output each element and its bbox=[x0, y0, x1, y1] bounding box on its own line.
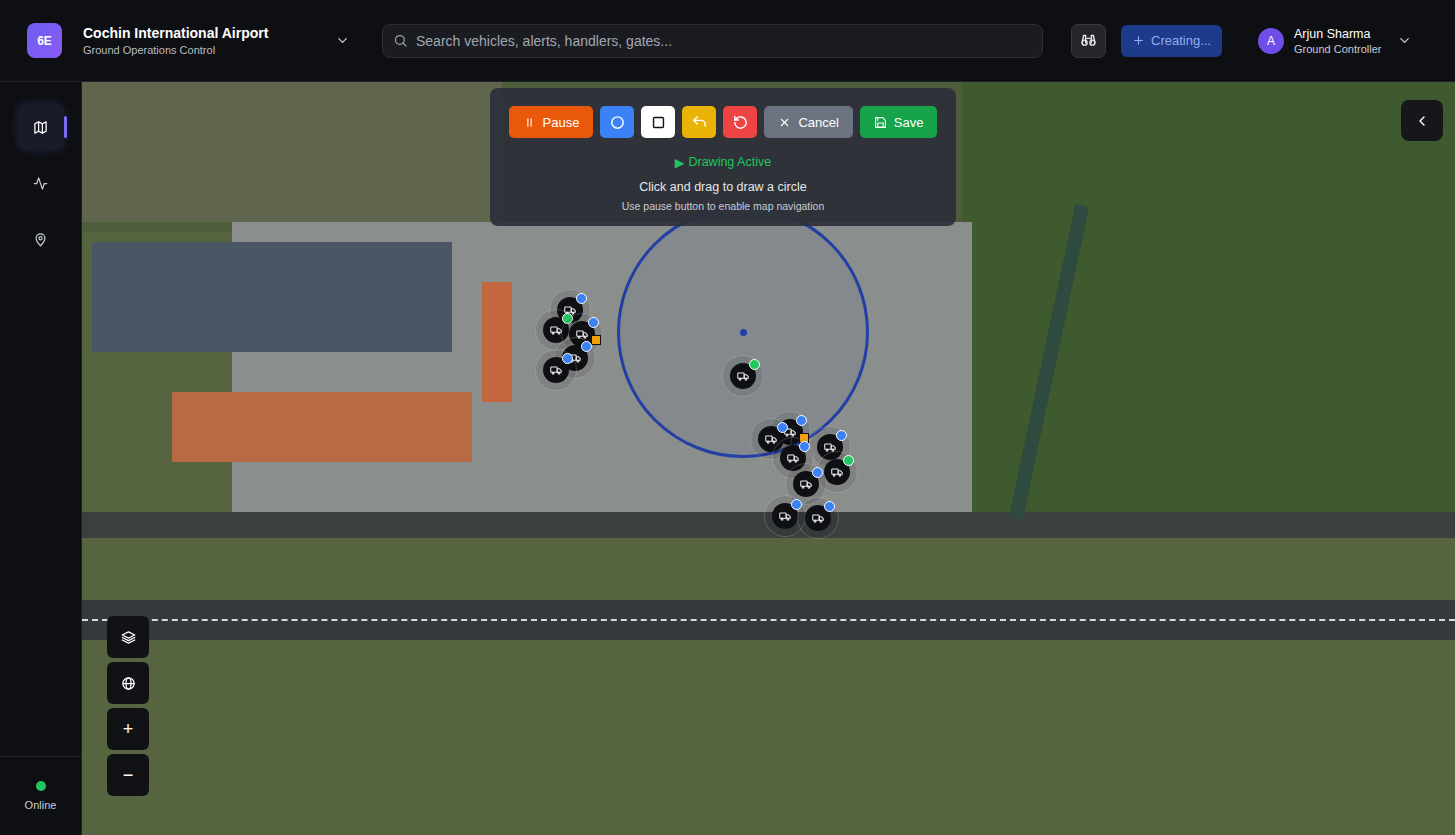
status-dot bbox=[581, 341, 592, 352]
zoom-in-button[interactable]: + bbox=[107, 708, 149, 750]
status-dot bbox=[562, 353, 573, 364]
save-label: Save bbox=[894, 115, 924, 130]
location-pin-icon bbox=[33, 232, 48, 247]
status-dot bbox=[576, 293, 587, 304]
play-icon: ▶ bbox=[675, 155, 685, 170]
map-canvas[interactable]: Pause Cancel Save ▶Drawing Active Click and … bbox=[82, 82, 1455, 835]
sidebar-item[interactable] bbox=[18, 160, 64, 206]
vehicle-marker[interactable] bbox=[793, 471, 819, 497]
chevron-down-icon[interactable] bbox=[335, 33, 350, 48]
main-body: Online Pause Cancel Save ▶Drawing Active Clic… bbox=[0, 82, 1455, 835]
collapse-panel-button[interactable] bbox=[1401, 100, 1443, 141]
plus-icon bbox=[1132, 34, 1145, 47]
chevron-down-icon[interactable] bbox=[1397, 33, 1412, 48]
save-icon bbox=[874, 116, 887, 129]
map-icon bbox=[33, 120, 48, 135]
search-field[interactable] bbox=[382, 24, 1043, 58]
zoom-out-button[interactable]: − bbox=[107, 754, 149, 796]
search-input[interactable] bbox=[414, 32, 1032, 50]
reset-button[interactable] bbox=[723, 106, 757, 138]
create-button-label: Creating... bbox=[1151, 33, 1211, 48]
brand[interactable]: 6E Cochin International Airport Ground Ope… bbox=[27, 23, 335, 58]
airport-subtitle: Ground Operations Control bbox=[83, 44, 268, 56]
cancel-label: Cancel bbox=[798, 115, 838, 130]
pause-label: Pause bbox=[543, 115, 580, 130]
vehicle-marker[interactable] bbox=[730, 363, 756, 389]
status-dot bbox=[749, 359, 760, 370]
airport-title-block: Cochin International Airport Ground Opera… bbox=[83, 25, 268, 56]
binoculars-icon bbox=[1080, 32, 1097, 49]
user-avatar: A bbox=[1258, 28, 1284, 54]
binoculars-button[interactable] bbox=[1071, 24, 1106, 58]
active-indicator bbox=[64, 116, 67, 138]
undo-button[interactable] bbox=[682, 106, 716, 138]
user-role: Ground Controller bbox=[1294, 43, 1381, 55]
create-button[interactable]: Creating... bbox=[1121, 25, 1222, 57]
status-dot bbox=[836, 430, 847, 441]
status-dot bbox=[812, 467, 823, 478]
runway-centerline bbox=[82, 619, 1455, 621]
airline-logo: 6E bbox=[27, 23, 62, 58]
vehicle-marker[interactable] bbox=[805, 505, 831, 531]
pause-button[interactable]: Pause bbox=[509, 106, 594, 138]
map-controls: +− bbox=[107, 616, 149, 796]
nav-list bbox=[0, 82, 81, 262]
solar-park bbox=[92, 242, 452, 352]
connection-status: Online bbox=[0, 756, 81, 835]
drawing-status: ▶Drawing Active bbox=[675, 155, 771, 170]
chevron-left-icon bbox=[1414, 113, 1430, 129]
status-dot bbox=[796, 415, 807, 426]
circle-center[interactable] bbox=[740, 329, 747, 336]
drawing-hint: Use pause button to enable map navigatio… bbox=[622, 200, 825, 212]
status-dot bbox=[777, 422, 788, 433]
vehicle-marker[interactable] bbox=[772, 503, 798, 529]
square-icon bbox=[650, 114, 667, 131]
activity-icon bbox=[33, 176, 48, 191]
drawing-toolbar: Pause Cancel Save ▶Drawing Active Click and … bbox=[490, 88, 956, 226]
layers-button[interactable] bbox=[107, 616, 149, 658]
search-icon bbox=[393, 33, 408, 48]
cancel-button[interactable]: Cancel bbox=[764, 106, 852, 138]
buildings-area bbox=[82, 82, 502, 222]
toolbar-buttons: Pause Cancel Save bbox=[509, 106, 938, 138]
ground-ops-app: 6E Cochin International Airport Ground Ope… bbox=[0, 0, 1455, 835]
close-icon bbox=[778, 116, 791, 129]
shape-tool-button[interactable] bbox=[600, 106, 634, 138]
status-dot bbox=[588, 317, 599, 328]
status-dot bbox=[824, 501, 835, 512]
sidebar-item[interactable] bbox=[18, 104, 64, 150]
user-menu[interactable]: A Arjun Sharma Ground Controller bbox=[1258, 27, 1412, 55]
vehicle-marker[interactable] bbox=[543, 357, 569, 383]
user-name: Arjun Sharma bbox=[1294, 27, 1381, 41]
globe-icon bbox=[121, 676, 136, 691]
status-dot bbox=[799, 441, 810, 452]
reset-icon bbox=[732, 114, 749, 131]
sidebar-item[interactable] bbox=[18, 216, 64, 262]
shape-tool-button[interactable] bbox=[641, 106, 675, 138]
layers-icon bbox=[121, 630, 136, 645]
terminal-building bbox=[482, 282, 512, 402]
top-bar: 6E Cochin International Airport Ground Ope… bbox=[0, 0, 1455, 82]
undo-icon bbox=[691, 114, 708, 131]
globe-button[interactable] bbox=[107, 662, 149, 704]
alert-badge bbox=[591, 335, 601, 345]
sidebar: Online bbox=[0, 82, 82, 835]
airport-title: Cochin International Airport bbox=[83, 25, 268, 41]
terminal-building bbox=[172, 392, 472, 462]
vehicle-marker[interactable] bbox=[824, 459, 850, 485]
status-dot bbox=[843, 455, 854, 466]
runway bbox=[82, 600, 1455, 640]
user-info: Arjun Sharma Ground Controller bbox=[1294, 27, 1381, 55]
drawing-status-label: Drawing Active bbox=[688, 155, 771, 170]
save-button[interactable]: Save bbox=[860, 106, 938, 138]
status-dot bbox=[36, 781, 46, 791]
drawn-circle[interactable] bbox=[617, 206, 869, 458]
circle-icon bbox=[609, 114, 626, 131]
status-label: Online bbox=[25, 799, 57, 811]
pause-icon bbox=[523, 116, 536, 129]
drawing-instruction: Click and drag to draw a circle bbox=[639, 180, 806, 194]
